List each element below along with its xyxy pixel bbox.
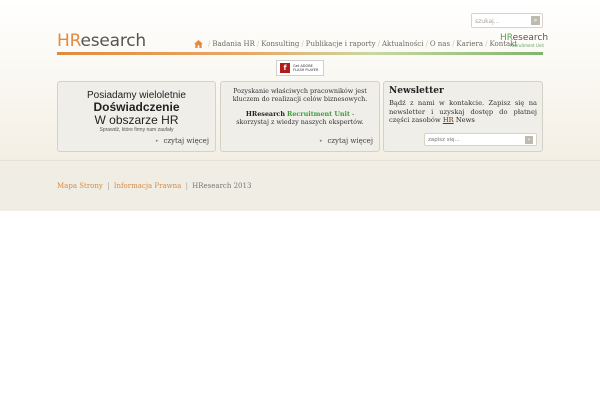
hr-news-hr: HR bbox=[442, 116, 454, 125]
experience-promo-box[interactable]: Posiadamy wieloletnie Doświadczenie W ob… bbox=[57, 81, 216, 152]
nav-item-o-nas[interactable]: O nas bbox=[430, 40, 450, 48]
footer: Mapa Strony | Informacja Prawna | HResea… bbox=[0, 160, 600, 211]
footer-copyright: HResearch 2013 bbox=[192, 182, 252, 190]
footer-links: Mapa Strony | Informacja Prawna | HResea… bbox=[57, 182, 251, 190]
footer-link-legal[interactable]: Informacja Prawna bbox=[114, 182, 182, 190]
newsletter-title: Newsletter bbox=[389, 86, 444, 96]
promo-text: Posiadamy wieloletnie Doświadczenie W ob… bbox=[58, 90, 215, 134]
nav-separator: / bbox=[301, 40, 304, 48]
promo-line4: Sprawdź, które firmy nam zaufały bbox=[99, 127, 174, 133]
promo-line3: W obszarze HR bbox=[94, 113, 179, 127]
read-more-label: czytaj więcej bbox=[327, 137, 373, 145]
newsletter-signup: » bbox=[424, 133, 537, 146]
read-more-link[interactable]: ▸ czytaj więcej bbox=[320, 137, 373, 145]
search-input[interactable] bbox=[475, 15, 527, 27]
newsletter-submit-button[interactable]: » bbox=[525, 136, 533, 144]
recruitment-text: Pozyskanie właściwych pracowników jest k… bbox=[232, 87, 368, 103]
nav-item-publikacje[interactable]: Publikacje i raporty bbox=[306, 40, 376, 48]
hr-news-brand: HR News bbox=[443, 116, 475, 124]
flash-icon: f bbox=[280, 63, 290, 73]
nav-item-konsulting[interactable]: Konsulting bbox=[261, 40, 299, 48]
hr-news-news: News bbox=[455, 116, 475, 125]
logo-rest: esearch bbox=[80, 31, 146, 51]
nav-separator: / bbox=[377, 40, 380, 48]
home-icon[interactable] bbox=[194, 40, 203, 48]
read-more-link[interactable]: ▸ czytaj więcej bbox=[156, 137, 209, 145]
recruitment-unit-text: HResearch Recruitment Unit - skorzystaj … bbox=[229, 110, 371, 126]
newsletter-box: Newsletter Bądź z nami w kontakcie. Zapi… bbox=[383, 81, 543, 152]
recruitment-unit-logo[interactable]: HResearch Recruitment Unit bbox=[500, 33, 548, 49]
footer-separator: | bbox=[107, 182, 110, 190]
arrow-right-icon: ▸ bbox=[319, 138, 323, 144]
header-divider bbox=[57, 52, 543, 55]
nav-item-aktualnosci[interactable]: Aktualności bbox=[382, 40, 424, 48]
newsletter-email-input[interactable] bbox=[428, 135, 520, 145]
main-nav: / Badania HR / Konsulting / Publikacje i… bbox=[194, 40, 517, 48]
flash-player-badge[interactable]: f Get ADOBE FLASH PLAYER bbox=[276, 60, 324, 76]
ru-logo-sub: Recruitment Unit bbox=[510, 43, 544, 48]
footer-separator: | bbox=[185, 182, 188, 190]
ru-logo-rest: esearch bbox=[512, 33, 549, 43]
footer-link-sitemap[interactable]: Mapa Strony bbox=[57, 182, 103, 190]
brand-name: HResearch bbox=[245, 110, 285, 118]
logo-hr: HR bbox=[57, 31, 81, 51]
ru-logo-word: HResearch bbox=[500, 33, 548, 43]
nav-separator: / bbox=[485, 40, 488, 48]
nav-item-badania-hr[interactable]: Badania HR bbox=[212, 40, 255, 48]
newsletter-body: Bądź z nami w kontakcie. Zapisz się na n… bbox=[389, 99, 537, 125]
site-search: » bbox=[471, 13, 543, 28]
nav-separator: / bbox=[452, 40, 455, 48]
brand-unit: Recruitment Unit bbox=[287, 110, 350, 118]
flash-text-line2: FLASH PLAYER bbox=[293, 68, 319, 72]
nav-separator: / bbox=[256, 40, 260, 48]
search-submit-button[interactable]: » bbox=[531, 16, 540, 25]
nav-item-kariera[interactable]: Kariera bbox=[456, 40, 483, 48]
read-more-label: czytaj więcej bbox=[163, 137, 209, 145]
flash-text: Get ADOBE FLASH PLAYER bbox=[293, 64, 318, 72]
arrow-right-icon: ▸ bbox=[155, 138, 159, 144]
nav-separator: / bbox=[425, 40, 428, 48]
nav-separator: / bbox=[208, 40, 211, 48]
ru-logo-hr: HR bbox=[500, 33, 513, 43]
hresearch-logo[interactable]: HResearch bbox=[57, 31, 146, 51]
recruitment-box: Pozyskanie właściwych pracowników jest k… bbox=[220, 81, 380, 152]
